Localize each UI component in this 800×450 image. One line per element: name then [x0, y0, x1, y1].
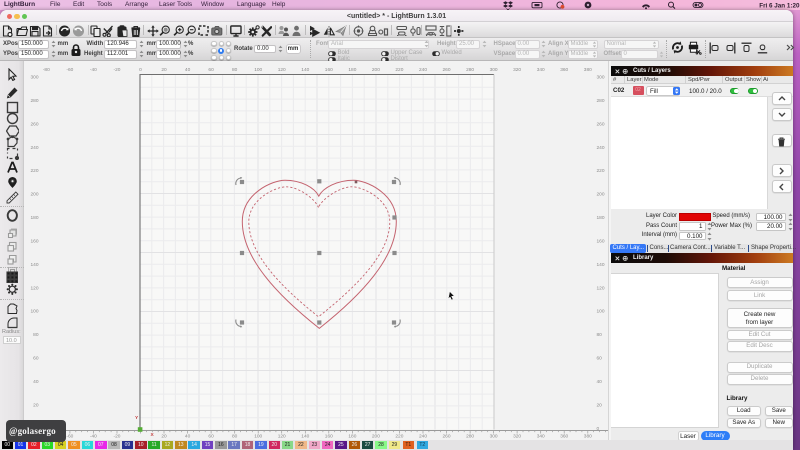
- svg-text:220: 220: [395, 67, 403, 73]
- svg-text:280: 280: [597, 98, 605, 104]
- svg-text:360: 360: [560, 434, 568, 440]
- svg-text:100: 100: [254, 67, 262, 73]
- svg-text:280: 280: [466, 67, 474, 73]
- svg-text:60: 60: [208, 67, 214, 73]
- svg-text:300: 300: [30, 75, 38, 81]
- svg-text:200: 200: [372, 67, 380, 73]
- svg-text:260: 260: [30, 121, 38, 127]
- svg-text:20: 20: [33, 402, 39, 408]
- svg-text:120: 120: [30, 285, 38, 291]
- svg-text:0: 0: [139, 67, 142, 73]
- svg-text:160: 160: [325, 434, 333, 440]
- svg-text:120: 120: [278, 67, 286, 73]
- svg-text:340: 340: [537, 434, 545, 440]
- svg-text:-40: -40: [90, 434, 97, 440]
- svg-text:100: 100: [254, 434, 262, 440]
- svg-text:60: 60: [33, 356, 39, 362]
- svg-text:140: 140: [597, 262, 605, 268]
- svg-text:200: 200: [372, 434, 380, 440]
- svg-text:-20: -20: [114, 434, 121, 440]
- svg-text:220: 220: [30, 168, 38, 174]
- svg-text:260: 260: [442, 434, 450, 440]
- svg-text:60: 60: [597, 356, 603, 362]
- svg-text:320: 320: [513, 434, 521, 440]
- svg-text:60: 60: [208, 434, 214, 440]
- svg-text:80: 80: [33, 332, 39, 338]
- svg-text:20: 20: [161, 67, 167, 73]
- svg-text:240: 240: [30, 145, 38, 151]
- svg-text:120: 120: [597, 285, 605, 291]
- svg-text:40: 40: [33, 379, 39, 385]
- svg-text:100: 100: [597, 309, 605, 315]
- svg-text:120: 120: [278, 434, 286, 440]
- svg-text:240: 240: [419, 434, 427, 440]
- svg-text:80: 80: [597, 332, 603, 338]
- svg-text:360: 360: [560, 67, 568, 73]
- svg-text:140: 140: [30, 262, 38, 268]
- svg-text:40: 40: [597, 379, 603, 385]
- svg-text:180: 180: [30, 215, 38, 221]
- svg-text:140: 140: [301, 434, 309, 440]
- svg-text:260: 260: [597, 121, 605, 127]
- svg-text:220: 220: [597, 168, 605, 174]
- svg-text:100: 100: [30, 309, 38, 315]
- svg-text:260: 260: [442, 67, 450, 73]
- svg-text:140: 140: [301, 67, 309, 73]
- svg-text:320: 320: [513, 67, 521, 73]
- svg-text:40: 40: [185, 67, 191, 73]
- svg-text:240: 240: [597, 145, 605, 151]
- svg-text:-40: -40: [90, 67, 97, 73]
- svg-text:Fri 6 Jan 1:20: Fri 6 Jan 1:20: [759, 2, 800, 9]
- svg-text:-60: -60: [66, 67, 73, 73]
- svg-text:20: 20: [161, 434, 167, 440]
- svg-text:160: 160: [597, 238, 605, 244]
- svg-text:280: 280: [30, 98, 38, 104]
- svg-text:220: 220: [395, 434, 403, 440]
- svg-text:40: 40: [185, 434, 191, 440]
- svg-text:380: 380: [584, 67, 592, 73]
- svg-text:80: 80: [232, 67, 238, 73]
- svg-text:20: 20: [597, 402, 603, 408]
- svg-text:0: 0: [597, 426, 600, 432]
- svg-text:180: 180: [348, 434, 356, 440]
- svg-text:180: 180: [348, 67, 356, 73]
- svg-text:300: 300: [490, 67, 498, 73]
- svg-text:80: 80: [232, 434, 238, 440]
- svg-text:160: 160: [325, 67, 333, 73]
- svg-text:380: 380: [584, 434, 592, 440]
- svg-text:200: 200: [597, 192, 605, 198]
- svg-text:160: 160: [30, 238, 38, 244]
- svg-text:200: 200: [30, 192, 38, 198]
- svg-text:-80: -80: [43, 67, 50, 73]
- svg-text:300: 300: [490, 434, 498, 440]
- svg-text:300: 300: [597, 75, 605, 81]
- svg-text:340: 340: [537, 67, 545, 73]
- svg-text:-60: -60: [66, 434, 73, 440]
- svg-text:280: 280: [466, 434, 474, 440]
- svg-text:-20: -20: [114, 67, 121, 73]
- svg-text:240: 240: [419, 67, 427, 73]
